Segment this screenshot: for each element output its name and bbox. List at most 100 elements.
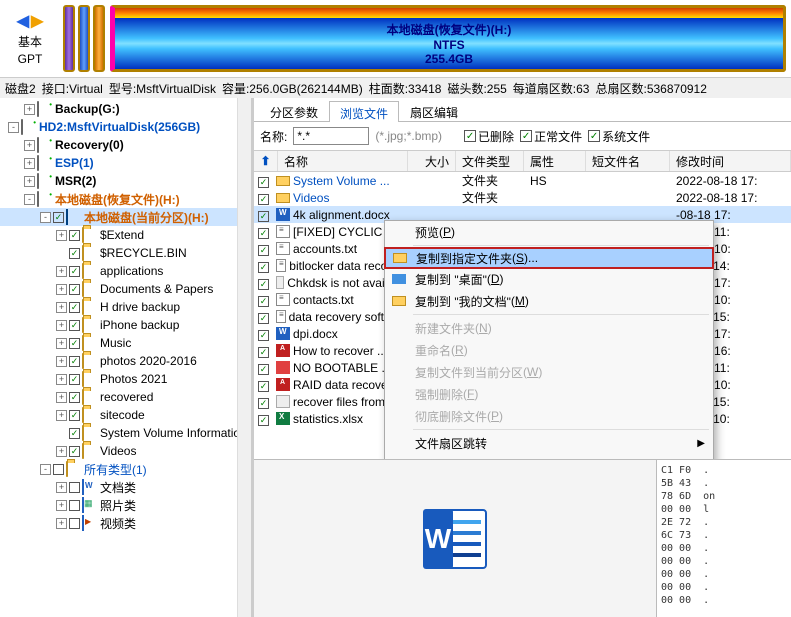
filter-system-checkbox[interactable]: ✓系统文件 <box>588 128 650 145</box>
tree-node[interactable]: +✓Photos 2021 <box>0 370 251 388</box>
tree-expander[interactable] <box>56 248 67 259</box>
tree-checkbox[interactable]: ✓ <box>69 302 80 313</box>
tree-scrollbar[interactable] <box>237 98 251 617</box>
tree-expander[interactable]: + <box>56 410 67 421</box>
tree-checkbox[interactable]: ✓ <box>69 284 80 295</box>
tree-expander[interactable]: + <box>56 500 67 511</box>
tree-node[interactable]: +Recovery(0) <box>0 136 251 154</box>
tree-checkbox[interactable]: ✓ <box>69 320 80 331</box>
tree-expander[interactable]: + <box>56 266 67 277</box>
tab-sector-edit[interactable]: 扇区编辑 <box>399 100 469 121</box>
tree-node[interactable]: +✓$Extend <box>0 226 251 244</box>
row-checkbox[interactable]: ✓ <box>258 398 269 409</box>
row-checkbox[interactable]: ✓ <box>258 313 269 324</box>
tree-node[interactable]: -HD2:MsftVirtualDisk(256GB) <box>0 118 251 136</box>
tree-checkbox[interactable] <box>69 482 80 493</box>
tab-browse-files[interactable]: 浏览文件 <box>329 101 399 122</box>
tab-partition-params[interactable]: 分区参数 <box>259 100 329 121</box>
row-checkbox[interactable]: ✓ <box>258 330 269 341</box>
tree-node[interactable]: +✓photos 2020-2016 <box>0 352 251 370</box>
row-checkbox[interactable]: ✓ <box>258 245 269 256</box>
tree-node[interactable]: +✓iPhone backup <box>0 316 251 334</box>
tree-node[interactable]: -✓本地磁盘(当前分区)(H:) <box>0 208 251 226</box>
tree-node[interactable]: +Backup(G:) <box>0 100 251 118</box>
tree-expander[interactable]: + <box>56 374 67 385</box>
tree-node[interactable]: +ESP(1) <box>0 154 251 172</box>
ctx-show-clusters[interactable]: 显示文件数据所占用的簇列表 <box>385 454 713 459</box>
row-checkbox[interactable]: ✓ <box>258 381 269 392</box>
col-size[interactable]: 大小 <box>408 151 456 171</box>
tree-expander[interactable]: + <box>56 284 67 295</box>
tree-node[interactable]: +视频类 <box>0 514 251 532</box>
ctx-preview[interactable]: 预览(P) <box>385 221 713 243</box>
tree-checkbox[interactable]: ✓ <box>53 212 64 223</box>
ctx-copy-docs[interactable]: 复制到 "我的文档" (M) <box>385 290 713 312</box>
tree-checkbox[interactable]: ✓ <box>69 248 80 259</box>
row-checkbox[interactable]: ✓ <box>258 262 269 273</box>
tree-expander[interactable]: + <box>56 482 67 493</box>
tree-node[interactable]: +✓H drive backup <box>0 298 251 316</box>
tree-node[interactable]: +✓Music <box>0 334 251 352</box>
tree-expander[interactable]: + <box>56 518 67 529</box>
main-partition-bar[interactable]: 本地磁盘(恢复文件)(H:) NTFS 255.4GB <box>110 5 786 72</box>
tree-checkbox[interactable]: ✓ <box>69 428 80 439</box>
tree-checkbox[interactable] <box>53 464 64 475</box>
tree-expander[interactable]: + <box>24 158 35 169</box>
tree-expander[interactable]: + <box>56 356 67 367</box>
col-short[interactable]: 短文件名 <box>586 151 670 171</box>
tree-expander[interactable]: + <box>56 446 67 457</box>
tree-node[interactable]: +照片类 <box>0 496 251 514</box>
col-name[interactable]: 名称 <box>278 151 408 171</box>
tree-node[interactable]: ✓System Volume Information <box>0 424 251 442</box>
tree-expander[interactable]: + <box>56 338 67 349</box>
row-checkbox[interactable]: ✓ <box>258 347 269 358</box>
tree-checkbox[interactable]: ✓ <box>69 266 80 277</box>
row-checkbox[interactable]: ✓ <box>258 228 269 239</box>
tree-expander[interactable]: + <box>24 176 35 187</box>
tree-checkbox[interactable]: ✓ <box>69 392 80 403</box>
up-folder-icon[interactable]: ⬆ <box>260 154 270 168</box>
tree-checkbox[interactable]: ✓ <box>69 410 80 421</box>
ctx-copy-desktop[interactable]: 复制到 "桌面" (D) <box>385 268 713 290</box>
tree-checkbox[interactable] <box>69 518 80 529</box>
tree-node[interactable]: +✓applications <box>0 262 251 280</box>
ctx-copy-to-folder[interactable]: 复制到指定文件夹(S)... <box>384 247 714 269</box>
arrow-left-icon[interactable]: ◀ <box>17 11 29 31</box>
tree-expander[interactable]: + <box>56 320 67 331</box>
tree-checkbox[interactable]: ✓ <box>69 338 80 349</box>
filter-deleted-checkbox[interactable]: ✓已删除 <box>464 128 514 145</box>
tree-node[interactable]: +✓Videos <box>0 442 251 460</box>
tree-expander[interactable]: - <box>40 464 51 475</box>
tree-expander[interactable]: + <box>56 230 67 241</box>
tree-node[interactable]: -本地磁盘(恢复文件)(H:) <box>0 190 251 208</box>
tree-expander[interactable] <box>56 428 67 439</box>
tree-node[interactable]: ✓$RECYCLE.BIN <box>0 244 251 262</box>
col-attr[interactable]: 属性 <box>524 151 586 171</box>
partition-bar-3[interactable] <box>93 5 105 72</box>
tree-checkbox[interactable]: ✓ <box>69 446 80 457</box>
row-checkbox[interactable]: ✓ <box>258 177 269 188</box>
tree-node[interactable]: +✓recovered <box>0 388 251 406</box>
tree-expander[interactable]: + <box>24 140 35 151</box>
filter-normal-checkbox[interactable]: ✓正常文件 <box>520 128 582 145</box>
tree-checkbox[interactable]: ✓ <box>69 230 80 241</box>
row-checkbox[interactable]: ✓ <box>258 364 269 375</box>
tree-node[interactable]: +✓sitecode <box>0 406 251 424</box>
row-checkbox[interactable]: ✓ <box>258 211 269 222</box>
filter-name-input[interactable] <box>293 127 369 145</box>
tree-node[interactable]: +✓Documents & Papers <box>0 280 251 298</box>
ctx-sector-jump[interactable]: 文件扇区跳转▶ <box>385 432 713 454</box>
col-mod[interactable]: 修改时间 <box>670 151 791 171</box>
row-checkbox[interactable]: ✓ <box>258 296 269 307</box>
tree-node[interactable]: +文档类 <box>0 478 251 496</box>
tree-checkbox[interactable]: ✓ <box>69 356 80 367</box>
file-row[interactable]: ✓Videos文件夹2022-08-18 17: <box>254 189 791 206</box>
tree-checkbox[interactable] <box>69 500 80 511</box>
tree-expander[interactable]: + <box>56 302 67 313</box>
tree-node[interactable]: -所有类型(1) <box>0 460 251 478</box>
tree-expander[interactable]: + <box>24 104 35 115</box>
tree-expander[interactable]: - <box>24 194 35 205</box>
file-row[interactable]: ✓System Volume ...文件夹HS2022-08-18 17: <box>254 172 791 189</box>
row-checkbox[interactable]: ✓ <box>258 415 269 426</box>
row-checkbox[interactable]: ✓ <box>258 194 269 205</box>
